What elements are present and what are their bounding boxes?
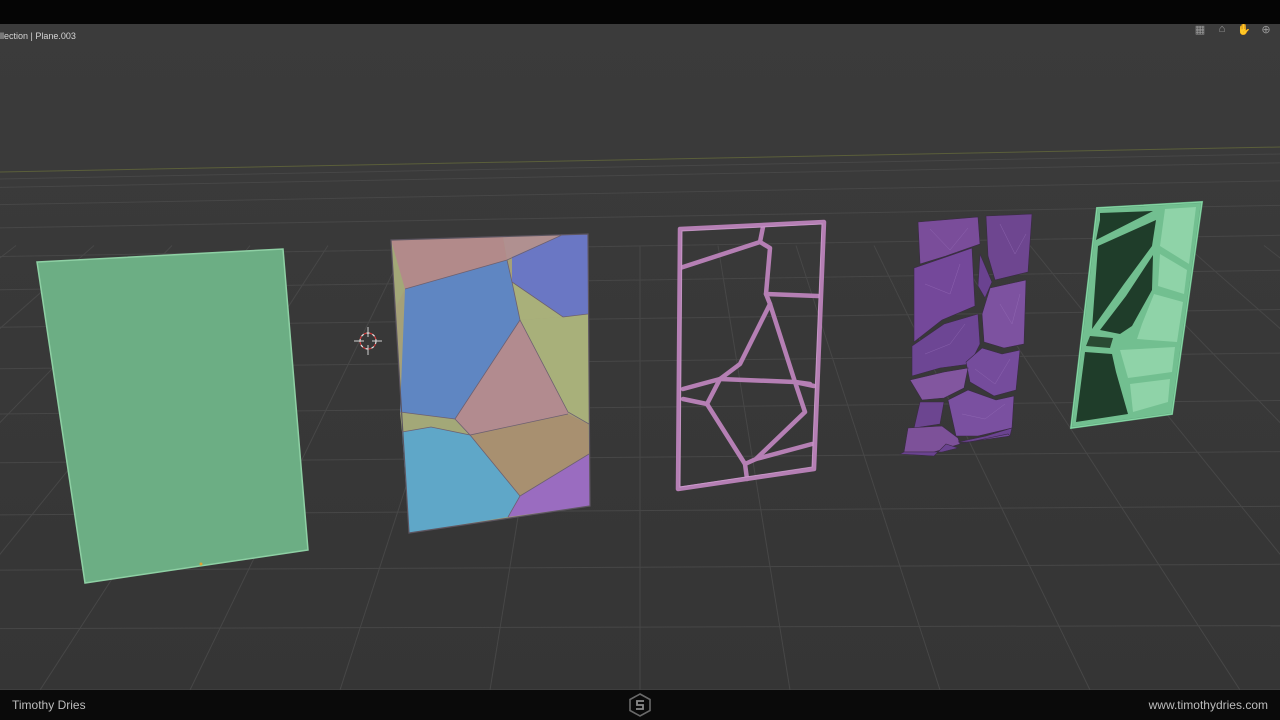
3d-viewport[interactable]: llection | Plane.003 ▦ ⌂ ✋ ⊕ <box>0 24 1280 690</box>
website-url[interactable]: www.timothydries.com <box>1149 698 1268 712</box>
footer-bar: Timothy Dries www.timothydries.com <box>0 690 1280 720</box>
camera-icon[interactable]: ⌂ <box>1214 24 1230 36</box>
object-name: Plane.003 <box>35 31 76 41</box>
grid-view-icon[interactable]: ▦ <box>1192 24 1208 36</box>
zoom-icon[interactable]: ⊕ <box>1258 24 1274 36</box>
active-object-label: llection | Plane.003 <box>0 31 76 41</box>
author-name: Timothy Dries <box>12 698 86 712</box>
plane-solid[interactable] <box>36 248 309 584</box>
scene-canvas[interactable] <box>0 24 1280 690</box>
hand-pan-icon[interactable]: ✋ <box>1236 24 1252 36</box>
plane-voronoi-shards[interactable] <box>898 213 1033 457</box>
collection-name: llection <box>0 31 29 41</box>
plane-voronoi-colored[interactable] <box>390 233 591 534</box>
navigation-gizmos: ▦ ⌂ ✋ ⊕ <box>1192 24 1274 36</box>
studio-logo-icon <box>629 693 651 717</box>
top-letterbox-bar <box>0 0 1280 24</box>
